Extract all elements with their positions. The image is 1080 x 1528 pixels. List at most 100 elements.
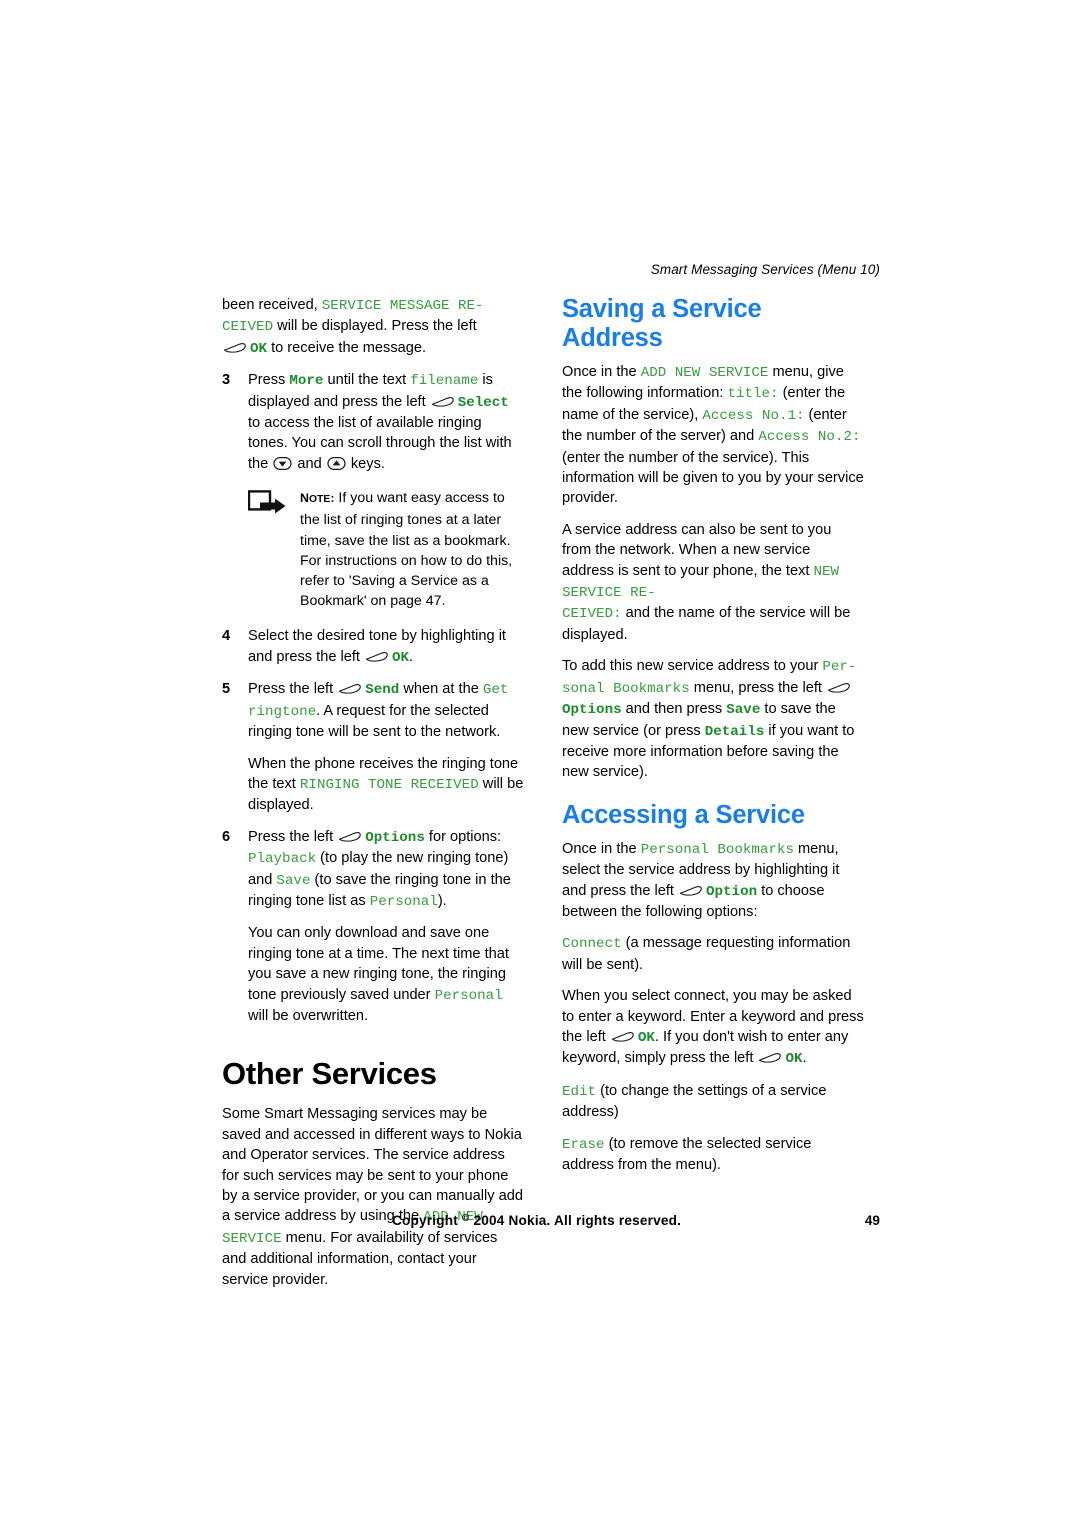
- list-item-step-4: 4 Select the desired tone by highlightin…: [222, 626, 524, 668]
- paragraph-ringing-tone-received: When the phone receives the ringing tone…: [248, 754, 524, 816]
- manual-page: Smart Messaging Services (Menu 10) been …: [0, 0, 1080, 1528]
- text-fragment: A service address can also be sent to yo…: [562, 521, 832, 579]
- code-options-2: Options: [562, 702, 622, 719]
- text-fragment: To add this new service address to your: [562, 658, 823, 675]
- text-fragment: and then press: [621, 701, 727, 718]
- text-fragment: Press: [248, 372, 290, 389]
- heading-accessing-a-service: Accessing a Service: [562, 800, 805, 829]
- softkey-icon: [611, 1028, 635, 1042]
- code-ok-2: OK: [392, 649, 410, 666]
- softkey-icon: [431, 393, 455, 407]
- code-connect: Connect: [562, 936, 622, 953]
- list-number: 4: [222, 628, 231, 645]
- note-text: NOTE: If you want easy access to the lis…: [300, 490, 512, 609]
- code-ok-4: OK: [785, 1051, 803, 1068]
- text-fragment: keys.: [346, 455, 385, 472]
- text-fragment: to receive the message.: [267, 339, 427, 356]
- list-item-step-5: 5 Press the left Send when at the Get ri…: [222, 679, 524, 742]
- paragraph-accessing-connect: Connect (a message requesting informatio…: [562, 933, 864, 975]
- softkey-icon: [338, 680, 362, 694]
- note-label-ote: OTE: [308, 494, 331, 506]
- arrow-up-key-icon: [327, 456, 346, 471]
- copyright-notice: Copyright © 2004 Nokia. All rights reser…: [392, 1213, 682, 1228]
- code-options-1: Options: [365, 829, 425, 846]
- page-footer: Copyright © 2004 Nokia. All rights reser…: [240, 1213, 880, 1233]
- code-ok-3: OK: [637, 1029, 655, 1046]
- code-send: Send: [365, 682, 400, 699]
- text-fragment: Once in the: [562, 840, 641, 857]
- code-add-new-service-2: ADD NEW SERVICE: [640, 365, 769, 381]
- list-number: 6: [222, 828, 231, 845]
- note-label-n: N: [300, 491, 309, 506]
- paragraph-saving-p2: A service address can also be sent to yo…: [562, 520, 864, 645]
- text-fragment: .: [802, 1050, 807, 1067]
- text-fragment: .: [409, 648, 414, 665]
- code-personal-bookmarks-2: Personal Bookmarks: [640, 841, 794, 858]
- note-arrow-icon: [247, 490, 288, 518]
- list-body: Press More until the text filename is di…: [248, 372, 512, 472]
- note-box: NOTE: If you want easy access to the lis…: [247, 488, 524, 611]
- paragraph-accessing-erase: Erase (to remove the selected service ad…: [562, 1134, 864, 1176]
- paragraph-saving-p1: Once in the ADD NEW SERVICE menu, give t…: [562, 362, 864, 509]
- paragraph-other-services: Some Smart Messaging services may be sav…: [222, 1104, 524, 1290]
- code-more: More: [289, 373, 324, 390]
- page-number: 49: [864, 1213, 880, 1228]
- softkey-icon: [338, 828, 362, 842]
- code-option: Option: [706, 883, 758, 900]
- code-service-message-received-2: CEIVED: [222, 319, 274, 336]
- code-personal-1: Personal: [369, 893, 438, 910]
- text-fragment: and: [293, 455, 326, 472]
- code-save-2: Save: [726, 702, 761, 719]
- paragraph-accessing-keyword: When you select connect, you may be aske…: [562, 986, 864, 1070]
- text-fragment: been received,: [222, 297, 322, 313]
- text-fragment: (enter the number of the service). This …: [562, 449, 864, 507]
- softkey-icon: [758, 1049, 782, 1064]
- code-filename: filename: [410, 373, 479, 390]
- code-personal-bookmarks-1a: Per-: [822, 659, 857, 676]
- list-body: Press the left Options for options: Play…: [248, 828, 511, 910]
- note-body-text: If you want easy access to the list of r…: [300, 490, 513, 610]
- list-number: 3: [222, 372, 231, 389]
- list-body: Press the left Send when at the Get ring…: [248, 681, 508, 740]
- paragraph-saving-p3: To add this new service address to your …: [562, 656, 864, 782]
- code-playback: Playback: [248, 851, 317, 868]
- text-fragment: Some Smart Messaging services may be sav…: [222, 1106, 523, 1225]
- text-fragment: for options:: [424, 828, 502, 845]
- text-fragment: (to change the settings of a service add…: [562, 1082, 827, 1121]
- code-personal-2: Personal: [434, 987, 503, 1004]
- list-item-step-6: 6 Press the left Options for options: Pl…: [222, 827, 524, 913]
- copyright-symbol: ©: [461, 1213, 470, 1224]
- code-save-1: Save: [276, 872, 311, 889]
- heading-other-services: Other Services: [222, 1056, 437, 1092]
- heading-saving-a-service-address: Saving a Service Address: [562, 295, 762, 352]
- running-header: Smart Messaging Services (Menu 10): [650, 262, 880, 277]
- code-ringing-tone-received: RINGING TONE RECEIVED: [299, 776, 479, 793]
- text-fragment: until the text: [323, 372, 411, 389]
- text-fragment: will be displayed. Press the left: [273, 318, 477, 335]
- arrow-down-key-icon: [273, 456, 292, 471]
- text-fragment: Once in the: [562, 364, 641, 380]
- softkey-icon: [365, 648, 389, 662]
- code-select: Select: [457, 394, 509, 411]
- list-number: 5: [222, 681, 231, 698]
- code-service-message-received-1: SERVICE MESSAGE RE-: [321, 298, 484, 314]
- text-fragment: Press the left: [248, 681, 338, 698]
- list-body: Select the desired tone by highlighting …: [248, 628, 506, 666]
- code-new-service-received-2: CEIVED:: [562, 606, 622, 623]
- code-ok-1: OK: [250, 340, 268, 357]
- left-column: been received, SERVICE MESSAGE RE- CEIVED…: [222, 295, 524, 1301]
- code-details: Details: [704, 723, 765, 740]
- text-fragment: menu, press the left: [689, 679, 826, 696]
- paragraph-service-message-received: been received, SERVICE MESSAGE RE- CEIVED…: [222, 295, 524, 359]
- right-column: Saving a Service Address Once in the ADD…: [562, 295, 864, 1186]
- text-fragment: will be overwritten.: [248, 1007, 369, 1024]
- paragraph-accessing-p1: Once in the Personal Bookmarks menu, sel…: [562, 839, 864, 923]
- note-label: NOTE:: [300, 491, 334, 505]
- paragraph-accessing-edit: Edit (to change the settings of a servic…: [562, 1081, 864, 1123]
- softkey-icon: [679, 882, 703, 896]
- code-edit: Edit: [562, 1083, 597, 1100]
- code-access-no-2: Access No.2:: [758, 429, 861, 446]
- list-item-step-3: 3 Press More until the text filename is …: [222, 370, 524, 474]
- text-fragment: Press the left: [248, 828, 338, 845]
- text-fragment: when at the: [399, 681, 483, 698]
